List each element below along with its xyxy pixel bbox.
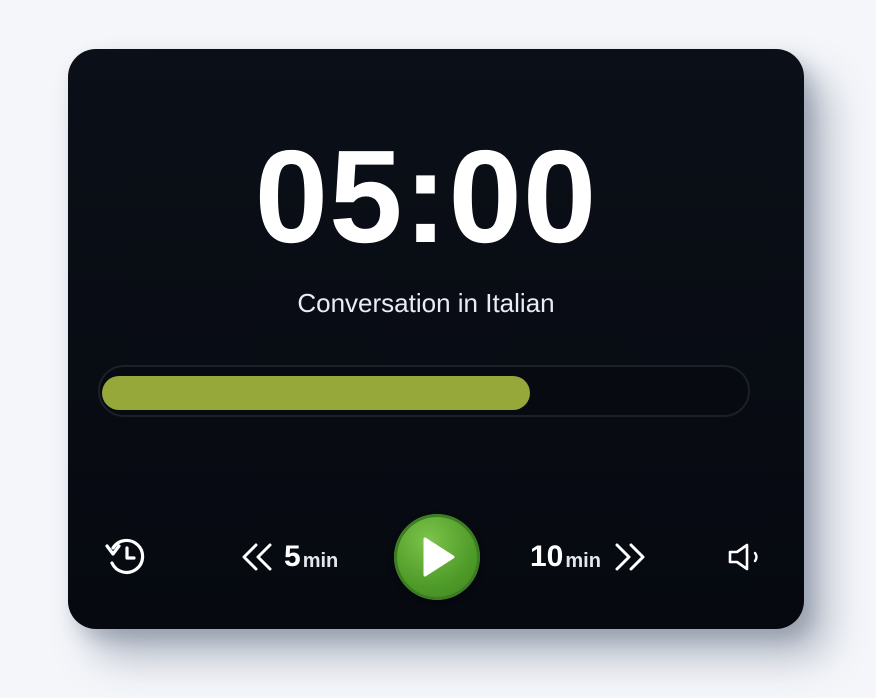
play-icon [417, 535, 457, 579]
history-icon [103, 534, 149, 580]
rewind-unit: min [302, 550, 339, 572]
double-chevron-right-icon [611, 542, 647, 572]
history-button[interactable] [102, 533, 150, 581]
rewind-5-min-button[interactable]: 5 min [240, 533, 346, 581]
volume-icon [726, 541, 766, 573]
progress-bar-fill [102, 376, 530, 410]
forward-unit: min [565, 550, 601, 572]
progress-bar[interactable] [98, 365, 750, 417]
timer-card: 05:00 Conversation in Italian 5 min 10 m… [68, 49, 804, 629]
rewind-amount: 5 [284, 540, 301, 573]
double-chevron-left-icon [240, 542, 276, 572]
volume-button[interactable] [724, 539, 768, 575]
forward-amount: 10 [530, 540, 564, 573]
timer-display: 05:00 [254, 123, 598, 270]
forward-10-min-button[interactable]: 10 min [530, 533, 654, 581]
session-title: Conversation in Italian [297, 288, 555, 318]
play-button[interactable] [394, 514, 480, 600]
